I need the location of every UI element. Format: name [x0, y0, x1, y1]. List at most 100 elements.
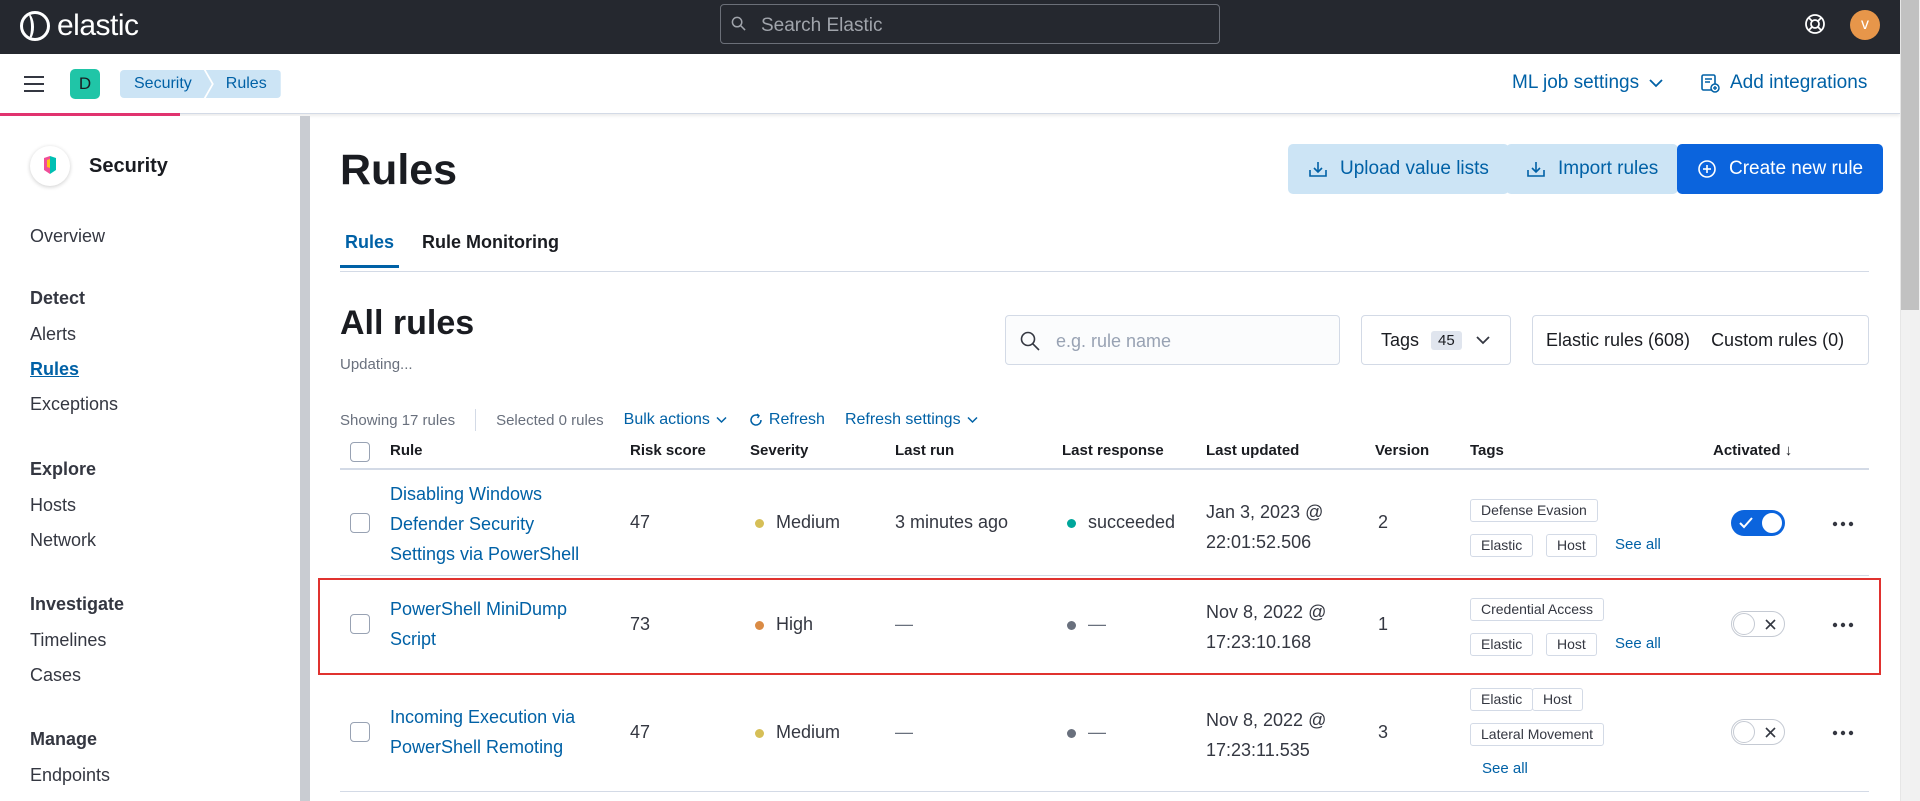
- tag-badge[interactable]: Host: [1546, 534, 1597, 557]
- row-checkbox[interactable]: [350, 513, 370, 533]
- user-avatar[interactable]: v: [1850, 10, 1880, 40]
- risk-score: 47: [630, 512, 651, 532]
- select-all-checkbox[interactable]: [350, 442, 370, 462]
- sidebar-item-rules[interactable]: Rules: [30, 359, 79, 380]
- global-search-input[interactable]: Search Elastic: [720, 4, 1220, 44]
- tag-badge[interactable]: Elastic: [1470, 534, 1534, 557]
- last-run: —: [895, 614, 913, 634]
- rules-tabs: Rules Rule Monitoring: [340, 232, 1869, 272]
- sidebar-title: Security: [89, 154, 168, 177]
- custom-rules-filter[interactable]: Custom rules (0): [1698, 330, 1852, 351]
- plus-in-circle-icon: [1698, 160, 1716, 178]
- sidebar-item-hosts[interactable]: Hosts: [30, 495, 76, 516]
- tag-badge[interactable]: Elastic: [1470, 633, 1534, 656]
- column-version[interactable]: Version: [1375, 442, 1429, 459]
- rule-search-input[interactable]: e.g. rule name: [1005, 315, 1340, 365]
- add-integrations-button[interactable]: Add integrations: [1700, 72, 1867, 94]
- rule-name-link[interactable]: Incoming Execution via PowerShell Remoti…: [390, 702, 575, 762]
- chevron-down-icon: [1476, 336, 1490, 345]
- breadcrumb-security[interactable]: Security: [120, 70, 212, 98]
- help-icon[interactable]: [1804, 13, 1826, 35]
- menu-icon[interactable]: [24, 76, 44, 92]
- tag-badge[interactable]: Credential Access: [1470, 598, 1605, 621]
- rule-name-link[interactable]: Disabling Windows Defender Security Sett…: [390, 479, 579, 569]
- activated-toggle[interactable]: [1731, 719, 1785, 745]
- row-checkbox[interactable]: [350, 614, 370, 634]
- search-icon: [731, 16, 746, 31]
- more-actions-icon[interactable]: [1832, 730, 1854, 736]
- more-actions-icon[interactable]: [1832, 521, 1854, 527]
- column-severity[interactable]: Severity: [750, 442, 808, 459]
- column-last-response[interactable]: Last response: [1062, 442, 1164, 459]
- activated-toggle[interactable]: [1731, 510, 1785, 536]
- page-scrollbar-thumb[interactable]: [1901, 0, 1919, 310]
- sidebar-item-cases[interactable]: Cases: [30, 665, 81, 686]
- column-last-updated[interactable]: Last updated: [1206, 442, 1299, 459]
- column-last-run[interactable]: Last run: [895, 442, 954, 459]
- severity-dot: [755, 620, 764, 630]
- breadcrumb-rules[interactable]: Rules: [205, 70, 281, 98]
- refresh-settings-button[interactable]: Refresh settings: [845, 411, 978, 429]
- column-tags: Tags: [1470, 442, 1504, 459]
- column-risk-score[interactable]: Risk score: [630, 442, 706, 459]
- version: 2: [1378, 512, 1389, 532]
- tag-badge[interactable]: Lateral Movement: [1470, 723, 1605, 746]
- upload-value-lists-button[interactable]: Upload value lists: [1288, 144, 1509, 194]
- add-integrations-label: Add integrations: [1730, 72, 1868, 93]
- more-actions-icon[interactable]: [1832, 622, 1854, 628]
- rule-name-line: Settings via PowerShell: [390, 544, 580, 564]
- search-placeholder: Search Elastic: [761, 15, 883, 36]
- column-activated-label: Activated: [1713, 442, 1781, 459]
- elastic-rules-filter[interactable]: Elastic rules (608): [1533, 330, 1698, 351]
- last-response-label: —: [1088, 722, 1106, 742]
- import-rules-button[interactable]: Import rules: [1506, 144, 1679, 194]
- see-all-tags-link[interactable]: See all: [1482, 760, 1528, 777]
- last-updated-time: 22:01:52.506: [1206, 532, 1312, 552]
- severity: Medium: [755, 512, 840, 533]
- sidebar-item-alerts[interactable]: Alerts: [30, 324, 76, 345]
- tag-badge[interactable]: Elastic: [1470, 688, 1534, 711]
- tab-rule-monitoring[interactable]: Rule Monitoring: [422, 232, 559, 265]
- sidebar-item-overview[interactable]: Overview: [30, 226, 105, 247]
- table-header: Rule Risk score Severity Last run Last r…: [340, 434, 1869, 470]
- tag-badge[interactable]: Host: [1546, 633, 1597, 656]
- elastic-logo[interactable]: elastic: [20, 9, 139, 43]
- rule-name-line: Script: [390, 629, 437, 649]
- activated-toggle[interactable]: [1731, 611, 1785, 637]
- last-response: —: [1067, 722, 1106, 743]
- last-run: 3 minutes ago: [895, 512, 1009, 532]
- tag-badge[interactable]: Host: [1532, 688, 1583, 711]
- tags-filter-button[interactable]: Tags 45: [1361, 315, 1511, 365]
- bulk-actions-button[interactable]: Bulk actions: [624, 411, 727, 429]
- sidebar-item-exceptions[interactable]: Exceptions: [30, 394, 118, 415]
- risk-score: 47: [630, 722, 651, 742]
- last-updated-date: Nov 8, 2022 @: [1206, 710, 1327, 730]
- create-new-rule-button[interactable]: Create new rule: [1677, 144, 1884, 194]
- rule-name-link[interactable]: PowerShell MiniDump Script: [390, 594, 567, 654]
- breadcrumb: Security Rules: [120, 70, 281, 98]
- status-dot: [1067, 518, 1076, 528]
- version: 3: [1378, 722, 1389, 742]
- column-rule[interactable]: Rule: [390, 442, 423, 459]
- last-updated-time: 17:23:11.535: [1206, 740, 1310, 760]
- sidebar-item-timelines[interactable]: Timelines: [30, 630, 106, 651]
- refresh-button[interactable]: Refresh: [749, 411, 825, 429]
- ml-job-settings-label: ML job settings: [1512, 72, 1640, 93]
- sidebar-header[interactable]: Security: [30, 146, 168, 186]
- see-all-tags-link[interactable]: See all: [1615, 536, 1661, 553]
- column-activated[interactable]: Activated ↓: [1713, 442, 1792, 459]
- sidebar-item-endpoints[interactable]: Endpoints: [30, 765, 110, 786]
- row-checkbox[interactable]: [350, 722, 370, 742]
- tag-badge[interactable]: Defense Evasion: [1470, 499, 1598, 522]
- sidebar-item-network[interactable]: Network: [30, 530, 96, 551]
- ml-job-settings-button[interactable]: ML job settings: [1512, 72, 1663, 94]
- tab-rules[interactable]: Rules: [340, 232, 400, 268]
- see-all-tags-link[interactable]: See all: [1615, 635, 1661, 652]
- sort-descending-icon: ↓: [1784, 442, 1793, 459]
- version: 1: [1378, 614, 1389, 634]
- space-avatar[interactable]: D: [70, 69, 100, 99]
- refresh-label: Refresh: [768, 411, 825, 428]
- refresh-icon: [750, 413, 762, 426]
- sidebar-resize-handle[interactable]: [300, 116, 310, 801]
- chevron-down-icon: [967, 416, 978, 424]
